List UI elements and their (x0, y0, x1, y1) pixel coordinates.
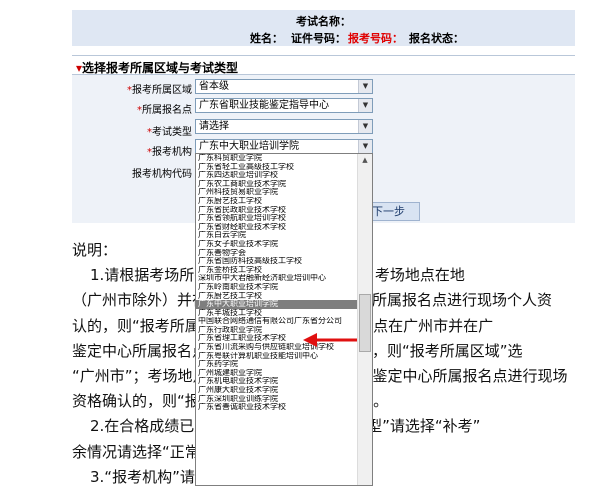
chevron-down-icon[interactable]: ▼ (358, 99, 372, 112)
area-label: *报考所属区域 (127, 85, 192, 96)
scroll-up-icon[interactable]: ▲ (358, 154, 372, 166)
required-mark: * (137, 105, 142, 116)
dropdown-option[interactable]: 广东深圳职业训练学院 (196, 395, 360, 404)
dropdown-option[interactable]: 广东省民政职业技术学校 (196, 206, 360, 215)
id-number-label: 证件号码： (291, 32, 346, 45)
name-label: 姓名： (250, 32, 283, 45)
dropdown-option[interactable]: 广东中大职业培训学院 (196, 300, 360, 309)
chevron-down-icon[interactable]: ▼ (358, 120, 372, 133)
dropdown-option[interactable]: 广州科技贸易职业学院 (196, 188, 360, 197)
dropdown-option[interactable]: 广东农工商职业技术学院 (196, 180, 360, 189)
dropdown-option[interactable]: 广东善物学会 (196, 249, 360, 258)
signup-number-label: 报考号码： (348, 32, 403, 45)
area-select[interactable]: 省本级 ▼ (195, 79, 373, 94)
dropdown-option[interactable]: 广东省轻工业高级技工学校 (196, 163, 360, 172)
required-mark: * (147, 127, 152, 138)
dropdown-option[interactable]: 广东省善诚职业技术学校 (196, 403, 360, 412)
signup-point-label: *所属报名点 (137, 105, 192, 116)
required-mark: * (127, 85, 132, 96)
dropdown-option[interactable]: 广东白云学院 (196, 231, 360, 240)
exam-type-label: *考试类型 (147, 127, 192, 138)
dropdown-option[interactable]: 广东四达职业培训学校 (196, 171, 360, 180)
dropdown-scrollbar[interactable]: ▲ (357, 154, 372, 485)
dropdown-option[interactable]: 广东厨艺技工学校 (196, 292, 360, 301)
dropdown-option[interactable]: 广东女子职业技术学院 (196, 240, 360, 249)
signup-status-label: 报名状态： (409, 32, 464, 45)
dropdown-option[interactable]: 广东厨艺技工学校 (196, 197, 360, 206)
dropdown-option[interactable]: 广州城建职业学院 (196, 369, 360, 378)
dropdown-option[interactable]: 广东机电职业技术学院 (196, 377, 360, 386)
dropdown-option[interactable]: 广东粤联计算机职业技能培训中心 (196, 352, 360, 361)
dropdown-option[interactable]: 广东省国防科技高级技工学校 (196, 257, 360, 266)
dropdown-option[interactable]: 深圳市中大君融新经济职业培训中心 (196, 274, 360, 283)
dropdown-option[interactable]: 广东金桥技工学校 (196, 266, 360, 275)
dropdown-option[interactable]: 广东省领航职业培训学校 (196, 214, 360, 223)
chevron-down-icon[interactable]: ▼ (358, 80, 372, 93)
required-mark: * (147, 147, 152, 158)
dropdown-option[interactable]: 中国联合网络通信有限公司广东省分公司 (196, 317, 360, 326)
dropdown-option[interactable]: 广东科贸职业学院 (196, 154, 360, 163)
org-dropdown-list[interactable]: 广东科贸职业学院 广东省轻工业高级技工学校 广东四达职业培训学校 广东农工商职业技术学… (195, 153, 373, 486)
dropdown-option[interactable]: 广州康大职业技术学院 (196, 386, 360, 395)
scrollbar-thumb[interactable] (359, 294, 371, 352)
org-option-list: 广东科贸职业学院 广东省轻工业高级技工学校 广东四达职业培训学校 广东农工商职业技术学… (196, 154, 372, 412)
red-arrow-icon (303, 333, 357, 347)
org-code-label: 报考机构代码 (132, 169, 192, 180)
section-divider (72, 55, 575, 56)
chevron-down-icon[interactable]: ▼ (358, 140, 372, 153)
dropdown-option[interactable]: 广东省财经职业技术学校 (196, 223, 360, 232)
org-select[interactable]: 广东中大职业培训学院 ▼ (195, 139, 373, 154)
exam-name-label: 考试名称： (296, 15, 351, 28)
dropdown-option[interactable]: 广东岭南职业技术学院 (196, 283, 360, 292)
exam-type-select[interactable]: 请选择 ▼ (195, 119, 373, 134)
dropdown-option[interactable]: 广东药学院 (196, 360, 360, 369)
dropdown-option[interactable]: 广东羊城技工学校 (196, 309, 360, 318)
signup-point-select[interactable]: 广东省职业技能鉴定指导中心 ▼ (195, 98, 373, 113)
org-label: *报考机构 (147, 147, 192, 158)
